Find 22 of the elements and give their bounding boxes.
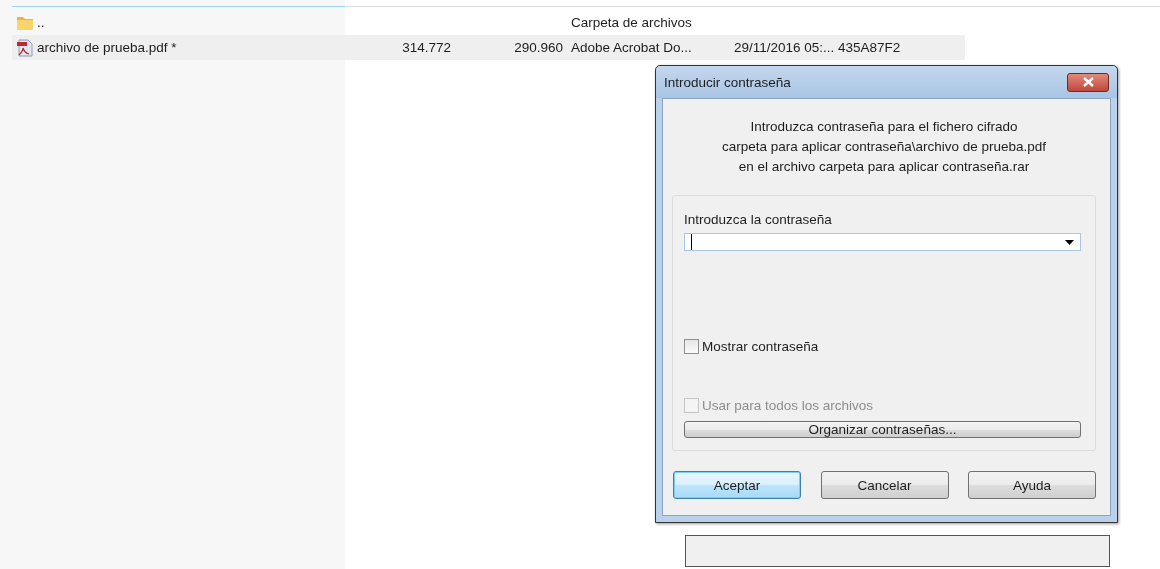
table-cell: 314.772	[402, 40, 451, 55]
pdf-file-icon	[16, 38, 34, 57]
close-icon	[1082, 77, 1094, 87]
field-label: Introduzca la contraseña	[684, 212, 833, 227]
window-title: Introducir contraseña	[664, 74, 791, 90]
checkbox[interactable]: Mostrar contraseña	[684, 339, 1081, 354]
message-text: Introduzca contraseña para el fichero cifrado carpeta para aplicar contraseña\archivo de prueba.pdf en el archivo carpeta para aplicar contraseña.rar	[720, 118, 1048, 176]
file-name: ..	[37, 15, 45, 30]
dropdown-arrow-icon	[1065, 239, 1074, 245]
table-cell: Adobe Acrobat Do...	[571, 40, 692, 55]
table-cell: Carpeta de archivos	[571, 15, 692, 30]
dialog-button[interactable]: Ayuda	[968, 471, 1096, 499]
dialog-button[interactable]: Aceptar	[673, 471, 801, 499]
close-button[interactable]	[1067, 72, 1109, 92]
table-cell: 29/11/2016 05:...	[734, 40, 835, 55]
selected-row[interactable]: archivo de prueba.pdf * 314.772 290.960 Adobe Acrobat Do... 29/11/2016 05:... 435A87F2	[12, 35, 965, 60]
table-cell: 435A87F2	[838, 40, 901, 55]
file-name: archivo de prueba.pdf *	[37, 40, 177, 55]
password-field[interactable]	[684, 233, 1081, 251]
table-cell: 290.960	[514, 40, 563, 55]
dialog-button[interactable]: Cancelar	[820, 471, 949, 499]
manage-passwords-button[interactable]: Organizar contraseñas...	[684, 421, 1081, 438]
